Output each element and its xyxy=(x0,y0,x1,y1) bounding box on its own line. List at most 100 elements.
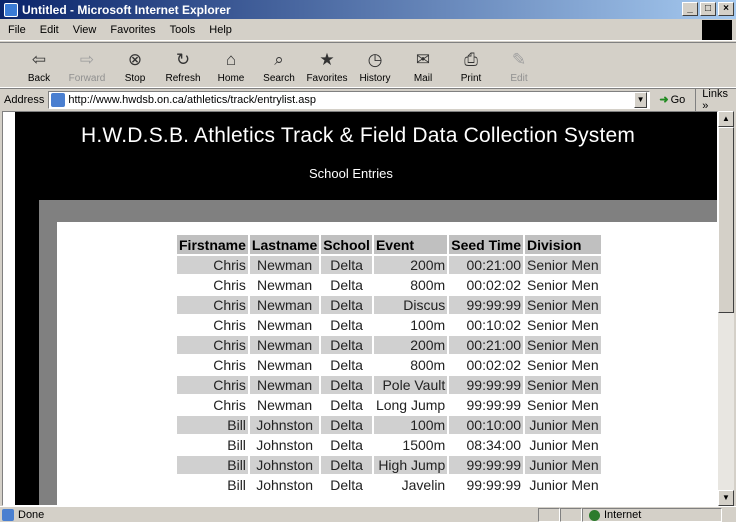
stop-icon: ⊗ xyxy=(127,50,143,69)
internet-globe-icon xyxy=(589,509,600,521)
menu-edit[interactable]: Edit xyxy=(40,24,59,36)
edit-icon: ✎ xyxy=(511,50,527,69)
search-button[interactable]: ⌕ Search xyxy=(256,49,302,87)
table-cell: 200m xyxy=(373,256,448,274)
col-division: Division xyxy=(525,235,601,254)
table-cell: Senior Men xyxy=(525,256,601,274)
table-cell: 00:21:00 xyxy=(449,336,524,354)
col-seed-time: Seed Time xyxy=(449,235,524,254)
address-url: http://www.hwdsb.on.ca/athletics/track/e… xyxy=(68,93,316,106)
mail-button[interactable]: ✉ Mail xyxy=(400,49,446,87)
page-icon xyxy=(51,92,66,107)
menu-bar: File Edit View Favorites Tools Help xyxy=(0,19,736,41)
table-cell: Pole Vault xyxy=(373,376,448,394)
security-zone: Internet xyxy=(582,508,722,522)
table-cell: Delta xyxy=(321,256,372,274)
header-banner: H.W.D.S.B. Athletics Track & Field Data … xyxy=(15,112,717,200)
address-dropdown-icon[interactable]: ▼ xyxy=(633,91,648,108)
table-row: Bill Johnston Delta High Jump 99:99:99 Junior… xyxy=(177,456,601,474)
scroll-down-icon[interactable]: ▼ xyxy=(718,490,734,506)
table-cell: Chris xyxy=(213,277,246,293)
stop-button[interactable]: ⊗ Stop xyxy=(112,49,158,87)
table-cell: High Jump xyxy=(373,456,448,474)
table-cell: 99:99:99 xyxy=(449,296,524,314)
address-input[interactable]: http://www.hwdsb.on.ca/athletics/track/e… xyxy=(48,90,650,109)
table-cell: Bill xyxy=(227,477,246,493)
table-cell: Senior Men xyxy=(525,296,601,314)
table-cell: Delta xyxy=(330,277,363,293)
table-cell: Senior Men xyxy=(525,336,601,354)
table-cell: Newman xyxy=(256,317,313,333)
table-cell: Johnston xyxy=(249,456,320,474)
table-cell: 00:02:02 xyxy=(466,277,522,293)
table-cell: Newman xyxy=(256,277,313,293)
table-cell: Bill xyxy=(177,416,248,434)
table-row: Chris Newman Delta Pole Vault 99:99:99 Senior… xyxy=(177,376,601,394)
table-cell: Newman xyxy=(249,256,320,274)
go-button[interactable]: ➜ Go xyxy=(659,93,685,107)
table-cell: Junior Men xyxy=(529,477,599,493)
table-row: Chris Newman Delta Discus 99:99:99 Senior Men xyxy=(177,296,601,314)
print-button[interactable]: ⎙ Print xyxy=(448,49,494,87)
table-cell: Senior Men xyxy=(527,277,599,293)
mail-icon: ✉ xyxy=(415,50,431,69)
table-cell: Junior Men xyxy=(529,437,599,453)
windows-logo-icon xyxy=(702,20,732,40)
table-cell: Johnston xyxy=(249,416,320,434)
table-cell: Delta xyxy=(330,437,363,453)
menu-view[interactable]: View xyxy=(73,24,97,36)
go-arrow-icon: ➜ xyxy=(659,94,669,106)
minimize-button[interactable]: _ xyxy=(682,2,698,16)
ie-icon xyxy=(4,2,18,17)
table-cell: Senior Men xyxy=(525,376,601,394)
scroll-thumb[interactable] xyxy=(718,127,734,313)
left-frame-bar xyxy=(15,200,39,505)
close-button[interactable]: × xyxy=(718,2,734,16)
entries-table: Firstname Lastname School Event Seed Tim… xyxy=(175,233,603,496)
table-cell: Johnston xyxy=(256,437,314,453)
status-panel xyxy=(538,508,560,522)
home-button[interactable]: ⌂ Home xyxy=(208,49,254,87)
table-cell: 08:34:00 xyxy=(466,437,522,453)
title-bar: Untitled - Microsoft Internet Explorer _… xyxy=(0,0,736,19)
menu-file[interactable]: File xyxy=(8,24,26,36)
scroll-up-icon[interactable]: ▲ xyxy=(718,111,734,127)
table-cell: 00:10:02 xyxy=(466,317,522,333)
table-cell: 00:02:02 xyxy=(466,357,522,373)
window-title: Untitled - Microsoft Internet Explorer xyxy=(22,2,231,17)
menu-help[interactable]: Help xyxy=(209,24,232,36)
history-button[interactable]: ◷ History xyxy=(352,49,398,87)
edit-button[interactable]: ✎ Edit xyxy=(496,49,542,87)
table-cell: 800m xyxy=(410,277,446,293)
table-row: Chris Newman Delta 200m 00:21:00 Senior Men xyxy=(177,256,601,274)
table-cell: Bill xyxy=(227,437,246,453)
table-row: Bill Johnston Delta 100m 00:10:00 Junior Men xyxy=(177,416,601,434)
table-cell: 800m xyxy=(410,357,446,373)
table-cell: 200m xyxy=(373,336,448,354)
print-icon: ⎙ xyxy=(464,50,478,69)
table-cell: 99:99:99 xyxy=(466,477,522,493)
status-page-icon xyxy=(2,508,14,521)
page-subtitle: School Entries xyxy=(309,166,393,181)
page-viewport: H.W.D.S.B. Athletics Track & Field Data … xyxy=(2,111,718,506)
col-firstname: Firstname xyxy=(177,235,248,254)
table-cell: Newman xyxy=(256,397,313,413)
window-controls: _ □ × xyxy=(682,2,734,16)
links-button[interactable]: Links » xyxy=(695,87,736,112)
menu-tools[interactable]: Tools xyxy=(170,24,196,36)
col-school: School xyxy=(321,235,372,254)
table-cell: Delta xyxy=(321,336,372,354)
forward-button[interactable]: ⇨ Forward xyxy=(64,49,110,87)
table-cell: 99:99:99 xyxy=(449,456,524,474)
vertical-scrollbar[interactable]: ▲ ▼ xyxy=(718,111,734,506)
table-header-row: Firstname Lastname School Event Seed Tim… xyxy=(177,235,601,254)
search-icon: ⌕ xyxy=(274,50,284,69)
favorites-button[interactable]: ★ Favorites xyxy=(304,49,350,87)
maximize-button[interactable]: □ xyxy=(700,2,716,16)
table-cell: 00:10:00 xyxy=(449,416,524,434)
table-cell: Johnston xyxy=(256,477,314,493)
back-button[interactable]: ⇦ Back xyxy=(16,49,62,87)
refresh-button[interactable]: ↻ Refresh xyxy=(160,49,206,87)
menu-favorites[interactable]: Favorites xyxy=(110,24,155,36)
col-lastname: Lastname xyxy=(249,235,320,254)
